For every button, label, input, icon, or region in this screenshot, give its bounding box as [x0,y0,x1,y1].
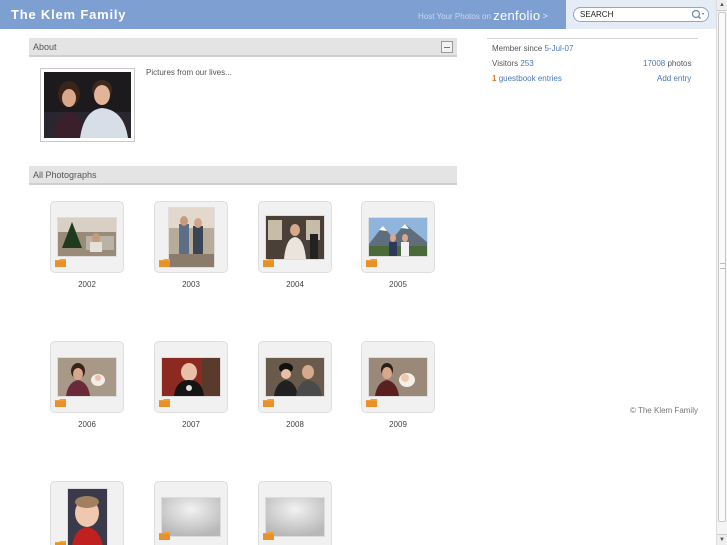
about-photo [40,68,135,142]
folder-icon [55,259,66,267]
promo-text: Host Your Photos on [418,12,491,21]
promo-arrow: > [542,11,548,21]
about-heading: About [33,42,57,52]
folder-icon [159,532,170,540]
search-input[interactable] [580,9,690,20]
folder-icon [366,399,377,407]
site-title[interactable]: The Klem Family [11,7,126,22]
folder-icon [366,259,377,267]
photos-section-header: All Photographs [29,166,457,185]
folder-thumbnail[interactable] [58,358,116,396]
zenfolio-logo: zenfolio [493,8,541,23]
folder-tile[interactable] [258,481,332,545]
guestbook-link[interactable]: guestbook entries [499,74,562,83]
folder-tile-2005[interactable] [361,201,435,273]
photo-count: 17008 photos [643,59,692,68]
zenfolio-promo[interactable]: Host Your Photos on zenfolio > [418,8,548,23]
search-area [566,0,716,29]
folder-icon [159,259,170,267]
scroll-up-arrow-icon[interactable]: ▲ [717,0,727,11]
folder-label[interactable]: 2002 [50,280,124,289]
folder-icon [263,532,274,540]
folder-tile[interactable] [154,481,228,545]
member-since-date[interactable]: 5-Jul-07 [544,44,573,53]
folder-icon [159,399,170,407]
folder-tile-2004[interactable] [258,201,332,273]
folder-thumbnail[interactable] [169,208,214,267]
folder-icon [55,399,66,407]
guestbook-entries[interactable]: 1 guestbook entries [492,74,562,83]
scroll-down-arrow-icon[interactable]: ▼ [717,534,727,545]
about-description: Pictures from our lives... [146,68,232,77]
photos-label: photos [667,59,692,68]
folder-tile[interactable] [50,481,124,545]
folder-tile-2008[interactable] [258,341,332,413]
folder-thumbnail[interactable] [68,489,107,545]
folder-thumbnail[interactable] [266,498,324,536]
folder-thumbnail[interactable] [266,358,324,396]
member-since-label: Member since [492,44,543,53]
sidebar-divider [487,38,698,39]
folder-label[interactable]: 2004 [258,280,332,289]
folder-label[interactable]: 2006 [50,420,124,429]
grip-icon [720,263,725,269]
folder-label[interactable]: 2003 [154,280,228,289]
folder-icon [263,259,274,267]
add-entry[interactable]: Add entry [657,74,691,83]
visitors: Visitors 253 [492,59,534,68]
guestbook-count: 1 [492,74,497,83]
folder-icon [263,399,274,407]
folder-label[interactable]: 2008 [258,420,332,429]
search-box[interactable] [573,7,709,22]
copyright: © The Klem Family [630,406,698,415]
add-entry-link[interactable]: Add entry [657,74,691,83]
folder-label[interactable]: 2009 [361,420,435,429]
collapse-icon[interactable] [441,41,453,53]
folder-thumbnail[interactable] [266,216,324,259]
photos-count[interactable]: 17008 [643,59,665,68]
scrollbar-thumb[interactable] [718,12,726,522]
about-section-header: About [29,38,457,57]
folder-thumbnail[interactable] [58,218,116,256]
folder-tile-2006[interactable] [50,341,124,413]
member-since: Member since 5-Jul-07 [492,44,573,53]
folder-thumbnail[interactable] [369,358,427,396]
top-bar: The Klem Family Host Your Photos on zenf… [0,0,716,29]
folder-thumbnail[interactable] [162,498,220,536]
vertical-scrollbar[interactable]: ▲ ▼ [716,0,727,545]
visitors-count[interactable]: 253 [520,59,533,68]
folder-tile-2003[interactable] [154,201,228,273]
folder-label[interactable]: 2005 [361,280,435,289]
visitors-label: Visitors [492,59,519,68]
folder-tile-2002[interactable] [50,201,124,273]
photos-heading: All Photographs [33,170,97,180]
folder-label[interactable]: 2007 [154,420,228,429]
folder-thumbnail[interactable] [162,358,220,396]
folder-icon [55,541,66,545]
folder-tile-2009[interactable] [361,341,435,413]
folder-thumbnail[interactable] [369,218,427,256]
folder-tile-2007[interactable] [154,341,228,413]
search-icon[interactable] [691,9,705,20]
